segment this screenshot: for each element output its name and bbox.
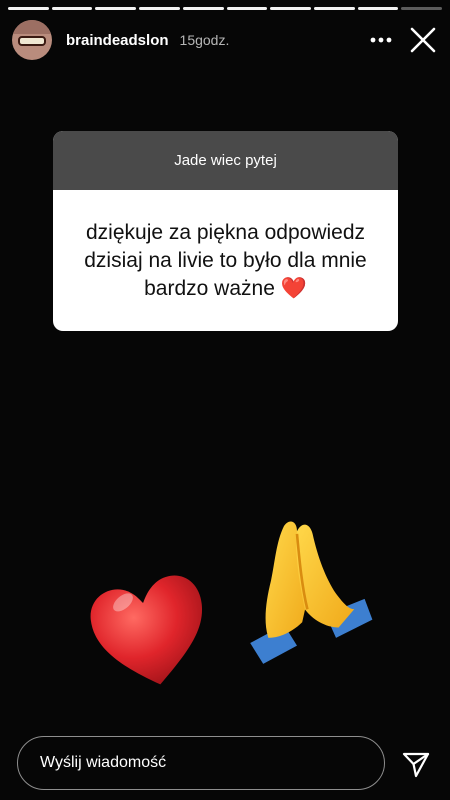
progress-segment	[270, 7, 311, 10]
heart-emoji-inline: ❤️	[280, 276, 307, 300]
progress-segment	[401, 7, 443, 10]
folded-hands-icon	[250, 521, 373, 664]
username[interactable]: braindeadslon	[66, 32, 169, 49]
avatar-teeth	[18, 36, 46, 46]
progress-segment	[313, 7, 355, 10]
progress-segment	[357, 7, 399, 10]
answer-text: dziękuje za piękna odpowiedz dzisiaj na …	[84, 220, 367, 300]
story-view[interactable]: braindeadslon 15godz. Jade wiec pytej dz…	[0, 0, 450, 800]
story-header: braindeadslon 15godz.	[12, 19, 440, 61]
progress-segment	[51, 7, 93, 10]
avatar-shade	[12, 20, 52, 34]
close-icon	[410, 27, 436, 53]
more-horizontal-icon	[370, 37, 392, 43]
more-options-button[interactable]	[366, 25, 396, 55]
post-time: 15godz.	[179, 32, 230, 48]
progress-segment	[8, 7, 49, 10]
red-heart-icon	[90, 575, 202, 685]
send-button[interactable]	[398, 746, 434, 782]
question-text: Jade wiec pytej	[53, 131, 398, 190]
progress-segment	[139, 7, 180, 10]
answer-text-wrap: dziękuje za piękna odpowiedz dzisiaj na …	[69, 219, 382, 303]
message-input[interactable]: Wyślij wiadomość	[17, 736, 385, 790]
story-progress-bar	[8, 7, 443, 10]
send-icon	[402, 752, 430, 778]
progress-segment	[226, 7, 268, 10]
progress-segment	[95, 7, 137, 10]
question-sticker[interactable]: Jade wiec pytej dziękuje za piękna odpow…	[53, 131, 398, 331]
progress-segment	[182, 7, 224, 10]
close-button[interactable]	[406, 23, 440, 57]
avatar[interactable]	[12, 20, 52, 60]
message-placeholder: Wyślij wiadomość	[40, 754, 167, 771]
answer-area: dziękuje za piękna odpowiedz dzisiaj na …	[53, 190, 398, 331]
